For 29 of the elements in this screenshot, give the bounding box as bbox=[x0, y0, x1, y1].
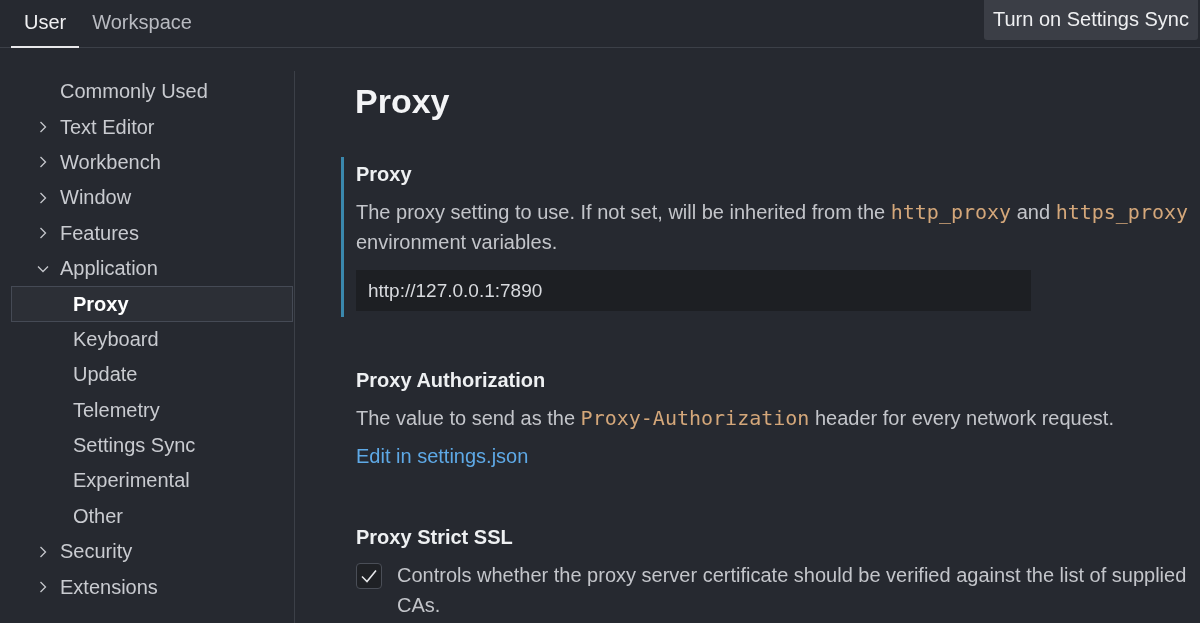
section-heading: Proxy bbox=[355, 82, 451, 121]
edit-in-settings-link[interactable]: Edit in settings.json bbox=[356, 445, 529, 468]
setting-title: Proxy Strict SSL bbox=[356, 526, 514, 549]
tree-item[interactable]: Extensions bbox=[11, 569, 293, 605]
settings-tab[interactable]: User bbox=[11, 0, 80, 48]
tree-item[interactable]: Update bbox=[11, 357, 293, 393]
setting-title: Proxy bbox=[356, 163, 413, 186]
settings-tab[interactable]: Workspace bbox=[79, 0, 205, 48]
setting-description: Controls whether the proxy server certificate should be verified against the list of supplied CAs. bbox=[397, 563, 1188, 618]
tree-item[interactable]: Features bbox=[11, 215, 293, 251]
tree-item[interactable]: Window bbox=[11, 180, 293, 216]
setting-title: Proxy Authorization bbox=[356, 369, 547, 392]
tree-item[interactable]: Security bbox=[11, 534, 293, 570]
tree-item[interactable]: Telemetry bbox=[11, 392, 293, 428]
tree-item[interactable]: Keyboard bbox=[11, 321, 293, 358]
setting-description: The proxy setting to use. If not set, will be inherited from the http_proxy and https_proxy environment variables. bbox=[356, 199, 1190, 255]
tree-item[interactable]: Workbench bbox=[11, 144, 293, 181]
tree-item[interactable]: Commonly Used bbox=[11, 74, 293, 110]
setting-description: The value to send as the Proxy-Authorization header for every network request. bbox=[356, 405, 1115, 432]
tree-item[interactable]: Proxy bbox=[11, 286, 293, 322]
checkmark-icon bbox=[360, 567, 378, 585]
settings-sync-button[interactable]: Turn on Settings Sync bbox=[983, 0, 1198, 40]
checkbox[interactable] bbox=[356, 563, 382, 589]
tree-item[interactable]: Application bbox=[11, 250, 293, 287]
tree-item[interactable]: Settings Sync bbox=[11, 427, 293, 464]
tree-item[interactable]: Experimental bbox=[11, 463, 293, 499]
tree-item[interactable]: Text Editor bbox=[11, 109, 293, 145]
proxy-input-field[interactable]: http://127.0.0.1:7890 bbox=[356, 270, 1031, 311]
tree-item[interactable]: Other bbox=[11, 498, 293, 535]
